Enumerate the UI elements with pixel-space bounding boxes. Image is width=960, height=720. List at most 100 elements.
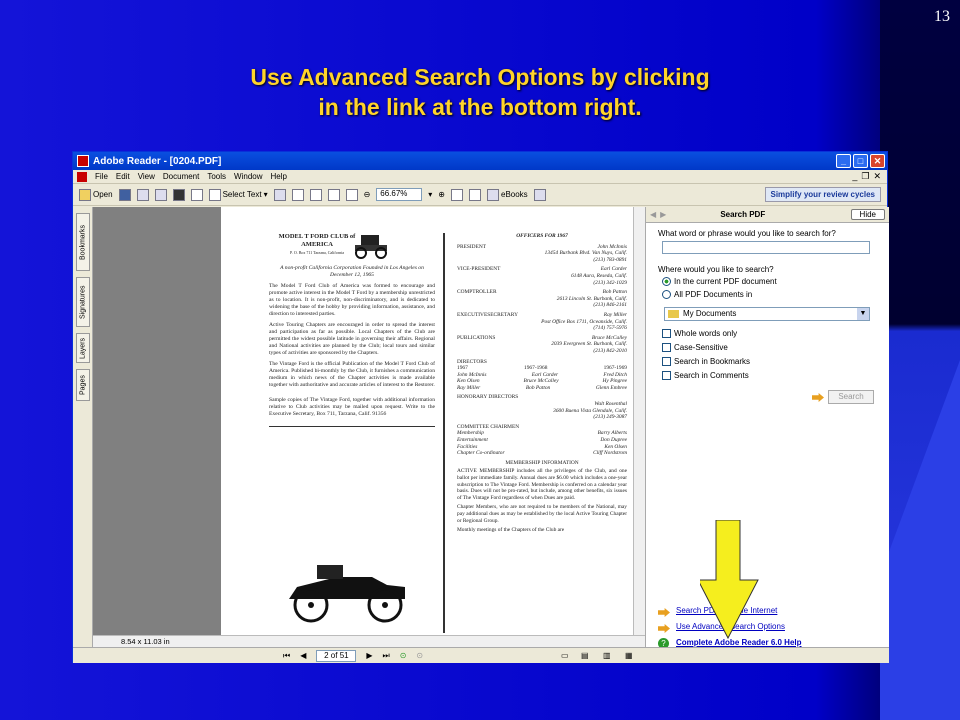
fit-page-icon[interactable] bbox=[327, 188, 340, 201]
save-icon[interactable] bbox=[118, 188, 131, 201]
rotate-cw-icon[interactable] bbox=[469, 188, 481, 201]
directors-row: Ken Olsen Bruce McCalley Hy Pingree bbox=[457, 378, 627, 385]
menu-document[interactable]: Document bbox=[163, 172, 199, 181]
minimize-button[interactable]: _ bbox=[836, 154, 851, 168]
checkbox-case-sensitive[interactable]: Case-Sensitive bbox=[662, 343, 728, 353]
document-vertical-scrollbar[interactable] bbox=[633, 207, 645, 635]
email-icon[interactable] bbox=[154, 188, 167, 201]
officer-name: Earl Carder bbox=[600, 266, 627, 273]
select-text-button[interactable]: Select Text ▾ bbox=[208, 188, 268, 201]
monthly-text: Monthly meetings of the Chapters of the … bbox=[457, 527, 565, 534]
rotate-icon[interactable] bbox=[451, 188, 463, 201]
committee-cell: Entertainment bbox=[457, 437, 488, 444]
directors-cell: 1967-1968 bbox=[524, 365, 548, 372]
slide-title: Use Advanced Search Options by clicking … bbox=[150, 62, 810, 122]
club-title: MODEL T FORD CLUB of AMERICA P. O. Box 7… bbox=[277, 233, 357, 257]
back-arrow-icon[interactable]: ◀ bbox=[650, 210, 656, 219]
checkbox-whole-words[interactable]: Whole words only bbox=[662, 329, 738, 339]
zoom-in-icon[interactable] bbox=[291, 188, 304, 201]
zoom-in-plus-icon[interactable]: ⊕ bbox=[438, 190, 445, 199]
committee-cell: Don Dupree bbox=[600, 437, 627, 444]
checkbox-label: Whole words only bbox=[674, 329, 738, 338]
tab-layers[interactable]: Layers bbox=[76, 333, 90, 363]
menu-view[interactable]: View bbox=[138, 172, 155, 181]
tab-signatures[interactable]: Signatures bbox=[76, 277, 90, 327]
chapter-text: Chapter Members, who are not required to… bbox=[457, 504, 627, 524]
forward-arrow-icon[interactable]: ▶ bbox=[660, 210, 666, 219]
officer-role: VICE-PRESIDENT bbox=[457, 266, 501, 273]
doc-close-button[interactable]: ✕ bbox=[873, 171, 881, 182]
radio-selected-icon[interactable] bbox=[662, 277, 671, 287]
review-icon[interactable] bbox=[533, 188, 546, 201]
page-size-label: 8.54 x 11.03 in bbox=[121, 637, 170, 646]
tab-bookmarks[interactable]: Bookmarks bbox=[76, 213, 90, 271]
hide-button[interactable]: Hide bbox=[850, 209, 885, 220]
hand-tool-icon[interactable] bbox=[190, 188, 203, 201]
text-cursor-icon bbox=[208, 188, 221, 201]
checkbox-icon[interactable] bbox=[662, 371, 671, 381]
honorary-name: Walt Rosenthal bbox=[594, 401, 627, 408]
fit-width-icon[interactable] bbox=[345, 188, 358, 201]
checkbox-icon[interactable] bbox=[662, 329, 671, 339]
zoom-dropdown-icon[interactable]: ▾ bbox=[428, 190, 432, 199]
snapshot-icon[interactable] bbox=[273, 188, 286, 201]
doc-minimize-button[interactable]: _ bbox=[852, 171, 857, 182]
committee-cell: Barry Alberts bbox=[597, 430, 627, 437]
menubar: File Edit View Document Tools Window Hel… bbox=[73, 170, 887, 184]
chevron-down-icon[interactable]: ▾ bbox=[264, 190, 268, 199]
directors-title: DIRECTORS bbox=[457, 358, 487, 365]
zoom-level-field[interactable]: 66.67% bbox=[376, 188, 423, 201]
officer-role: PRESIDENT bbox=[457, 243, 487, 250]
prev-page-icon[interactable]: ◀ bbox=[300, 651, 306, 660]
print-icon[interactable] bbox=[136, 188, 149, 201]
radio-icon[interactable] bbox=[662, 290, 671, 300]
directors-cell: Hy Pingree bbox=[602, 378, 627, 385]
continuous-icon[interactable]: ▤ bbox=[581, 651, 589, 660]
close-button[interactable]: ✕ bbox=[870, 154, 885, 168]
open-button[interactable]: Open bbox=[79, 188, 113, 201]
menu-window[interactable]: Window bbox=[234, 172, 262, 181]
checkbox-label: Search in Comments bbox=[674, 371, 749, 380]
doc-restore-button[interactable]: ❐ bbox=[861, 171, 869, 182]
directors-cell: 1967-1969 bbox=[603, 365, 627, 372]
tab-pages[interactable]: Pages bbox=[76, 369, 90, 401]
first-page-icon[interactable]: ⏮ bbox=[283, 651, 290, 661]
actual-size-icon[interactable] bbox=[309, 188, 322, 201]
left-column: A non-profit California Corporation Foun… bbox=[269, 265, 435, 427]
simplify-review-button[interactable]: Simplify your review cycles bbox=[764, 187, 881, 202]
checkbox-icon[interactable] bbox=[662, 343, 671, 353]
directors-row: 1967 1967-1968 1967-1969 bbox=[457, 365, 627, 372]
zoom-out-icon[interactable]: ⊖ bbox=[364, 190, 371, 199]
membership-title: MEMBERSHIP INFORMATION bbox=[505, 459, 579, 466]
search-panel-header: ◀ ▶ Search PDF Hide bbox=[646, 207, 889, 223]
checkbox-comments[interactable]: Search in Comments bbox=[662, 371, 749, 381]
document-horizontal-scrollbar[interactable]: 8.54 x 11.03 in bbox=[93, 635, 645, 647]
page-number-field[interactable]: 2 of 51 bbox=[316, 649, 357, 662]
single-page-icon[interactable]: ▭ bbox=[561, 651, 569, 660]
go-forward-icon[interactable]: ⊙ bbox=[416, 651, 423, 660]
maximize-button[interactable]: □ bbox=[853, 154, 868, 168]
menu-edit[interactable]: Edit bbox=[116, 172, 130, 181]
continuous-facing-icon[interactable]: ▦ bbox=[625, 651, 633, 660]
search-phrase-input[interactable] bbox=[662, 241, 870, 254]
select-text-label: Select Text bbox=[222, 190, 262, 199]
checkbox-icon[interactable] bbox=[662, 357, 671, 367]
search-binoculars-icon[interactable] bbox=[172, 188, 185, 201]
search-button[interactable]: Search bbox=[828, 390, 874, 404]
last-page-icon[interactable]: ⏭ bbox=[383, 651, 390, 661]
option-all-docs[interactable]: All PDF Documents in bbox=[662, 290, 752, 300]
next-page-icon[interactable]: ▶ bbox=[366, 651, 372, 660]
facing-icon[interactable]: ▥ bbox=[603, 651, 611, 660]
menu-help[interactable]: Help bbox=[271, 172, 287, 181]
checkbox-label: Case-Sensitive bbox=[674, 343, 728, 352]
folder-select[interactable]: My Documents ▼ bbox=[664, 307, 870, 321]
directors-cell: Glenn Embree bbox=[595, 384, 627, 391]
ebooks-button[interactable]: eBooks bbox=[487, 188, 528, 201]
option-current-doc[interactable]: In the current PDF document bbox=[662, 277, 777, 287]
menu-file[interactable]: File bbox=[95, 172, 108, 181]
go-back-icon[interactable]: ⊙ bbox=[400, 651, 407, 660]
checkbox-bookmarks[interactable]: Search in Bookmarks bbox=[662, 357, 751, 367]
menu-tools[interactable]: Tools bbox=[207, 172, 226, 181]
checkbox-label: Search in Bookmarks bbox=[674, 357, 751, 366]
chevron-down-icon[interactable]: ▼ bbox=[857, 308, 869, 320]
